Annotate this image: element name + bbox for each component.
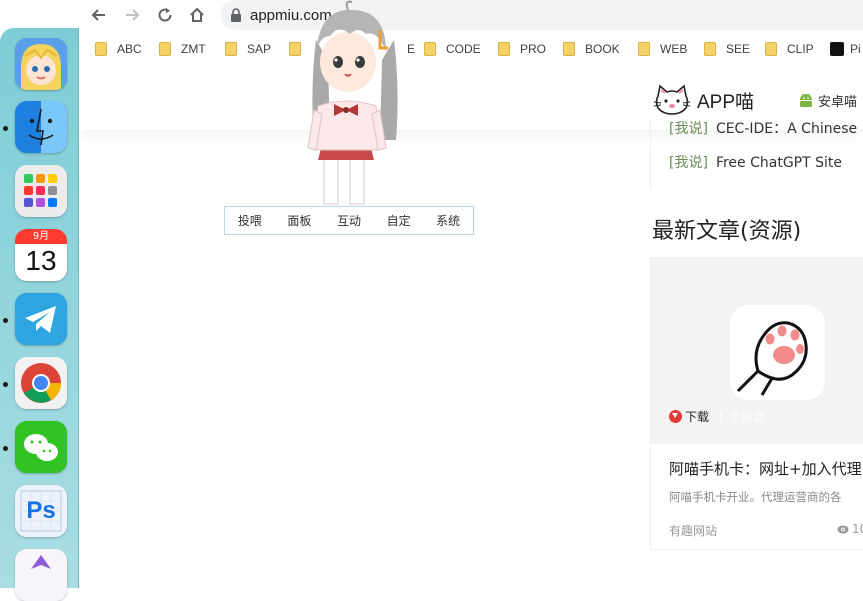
cat-paw-icon	[736, 321, 808, 396]
android-icon	[800, 93, 812, 107]
bookmark-clip[interactable]: CLIP	[765, 40, 814, 58]
bookmark-pro[interactable]: PRO	[498, 40, 546, 58]
folder-icon	[159, 42, 171, 56]
folder-icon	[765, 42, 777, 56]
back-button[interactable]	[87, 3, 111, 27]
mascot-custom-button[interactable]: 自定	[387, 212, 411, 229]
cat-logo-icon	[653, 84, 691, 115]
post-title[interactable]: 阿喵手机卡：网址+加入代理	[669, 458, 862, 479]
mascot-toolbar: 投喂 面板 互动 自定 系统	[224, 206, 474, 235]
reload-button[interactable]	[153, 3, 177, 27]
arrow-right-icon	[126, 9, 140, 21]
post-category[interactable]: 有趣网站	[669, 522, 717, 539]
calendar-month: 9月	[15, 229, 67, 244]
reload-icon	[158, 8, 172, 22]
finder-icon[interactable]	[15, 101, 67, 153]
folder-icon	[424, 42, 436, 56]
browser-toolbar: appmiu.com	[79, 0, 863, 30]
avatar-app-icon[interactable]	[15, 38, 67, 90]
download-icon	[669, 410, 682, 423]
folder-icon	[704, 42, 716, 56]
mascot-feed-button[interactable]: 投喂	[238, 212, 262, 229]
mascot-panel-button[interactable]: 面板	[287, 212, 311, 229]
mascot-interact-button[interactable]: 互动	[337, 212, 361, 229]
bookmark-book[interactable]: BOOK	[563, 40, 620, 58]
dock: 9月 13 Ps	[0, 28, 79, 601]
running-indicator	[3, 446, 8, 451]
site-favicon-icon	[830, 42, 844, 56]
lock-icon	[231, 8, 241, 22]
home-button[interactable]	[185, 3, 209, 27]
arrow-left-icon	[91, 9, 105, 21]
bookmark-pi[interactable]: Pi	[830, 40, 861, 58]
recent-comments: [我说] CEC-IDE：A Chinese [我说] Free ChatGPT S…	[651, 118, 863, 190]
site-logo[interactable]: APP喵	[653, 84, 754, 116]
folder-icon	[225, 42, 237, 56]
bookmark-code[interactable]: CODE	[424, 40, 481, 58]
post-views: 10	[837, 522, 863, 536]
post-excerpt: 阿喵手机卡开业。代理运营商的各	[669, 490, 842, 504]
folder-icon	[638, 42, 650, 56]
bookmarks-bar: ABC ZMT SAP E CODE PRO BOOK WEB SEE CLIP…	[79, 34, 863, 64]
running-indicator	[3, 382, 8, 387]
bookmark-web[interactable]: WEB	[638, 40, 687, 58]
calendar-icon[interactable]: 9月 13	[15, 229, 67, 281]
download-badge: 下载 1 个资源	[669, 408, 764, 425]
chrome-icon[interactable]	[15, 357, 67, 409]
live2d-mascot[interactable]	[300, 0, 410, 206]
photoshop-icon[interactable]: Ps	[15, 485, 67, 537]
home-icon	[190, 7, 204, 22]
running-indicator	[3, 126, 8, 131]
comment-item[interactable]: [我说] CEC-IDE：A Chinese	[669, 118, 857, 138]
bookmark-sap[interactable]: SAP	[225, 40, 271, 58]
running-indicator	[3, 318, 8, 323]
post-thumbnail[interactable]: 下载 1 个资源	[651, 258, 863, 444]
anime-girl-icon	[307, 0, 398, 205]
widget-border	[650, 118, 651, 188]
folder-icon	[498, 42, 510, 56]
purple-app-icon[interactable]	[15, 549, 67, 601]
calendar-day: 13	[25, 245, 57, 276]
app-thumbnail	[730, 305, 825, 400]
eye-icon	[837, 525, 849, 533]
folder-icon	[95, 42, 107, 56]
launchpad-icon[interactable]	[15, 165, 67, 217]
bookmark-abc[interactable]: ABC	[95, 40, 142, 58]
mascot-system-button[interactable]: 系统	[436, 212, 460, 229]
telegram-icon[interactable]	[15, 293, 67, 345]
brand-name: APP喵	[697, 91, 755, 113]
photoshop-label: Ps	[26, 497, 56, 524]
bookmark-zmt[interactable]: ZMT	[159, 40, 206, 58]
latest-posts-title: 最新文章(资源)	[652, 219, 802, 244]
comment-item[interactable]: [我说] Free ChatGPT Site	[669, 152, 842, 172]
nav-android-link[interactable]: 安卓喵	[797, 91, 857, 110]
post-card[interactable]: 下载 1 个资源 阿喵手机卡：网址+加入代理 阿喵手机卡开业。代理运营商的各 有…	[650, 257, 863, 550]
wechat-icon[interactable]	[15, 421, 67, 473]
bookmark-see[interactable]: SEE	[704, 40, 750, 58]
folder-icon	[563, 42, 575, 56]
web-page: APP喵 安卓喵 [我说] CEC-IDE：A Chinese [我说] Free …	[79, 66, 863, 570]
forward-button[interactable]	[120, 3, 144, 27]
